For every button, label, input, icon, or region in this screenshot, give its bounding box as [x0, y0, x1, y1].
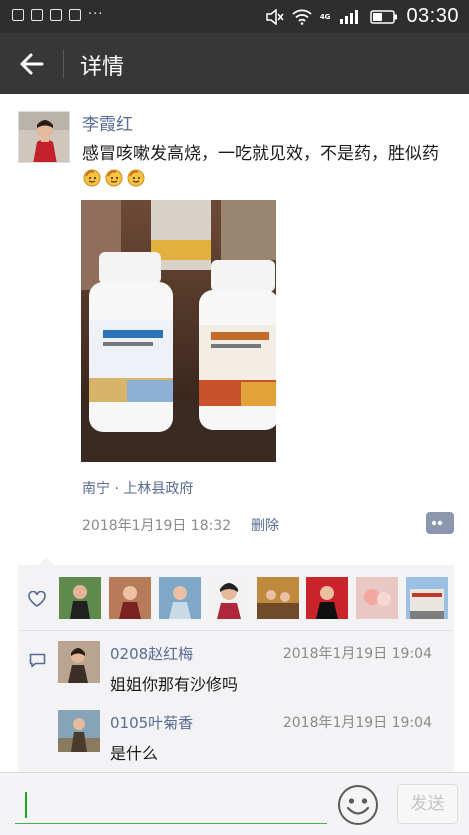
mute-icon: [266, 8, 284, 25]
app-icon: [50, 9, 62, 21]
back-button[interactable]: [14, 47, 50, 81]
navigation-bar: 详情: [0, 33, 469, 94]
text-caret: [25, 792, 27, 818]
likes-row: [18, 565, 454, 629]
comment-timestamp: 2018年1月19日 19:04: [282, 646, 432, 662]
comment-item[interactable]: 0105叶菊香 2018年1月19日 19:04 是什么: [58, 710, 448, 770]
more-dots-icon: ···: [88, 7, 104, 22]
like-avatar-image: [59, 577, 101, 619]
like-avatar[interactable]: [159, 577, 201, 619]
comment-input[interactable]: [15, 786, 327, 824]
comment-item[interactable]: 0208赵红梅 2018年1月19日 19:04 姐姐你那有沙修吗: [58, 641, 448, 701]
post-location[interactable]: 南宁 · 上林县政府: [82, 478, 193, 498]
like-avatar-image: [208, 577, 250, 619]
like-avatar[interactable]: [208, 577, 250, 619]
commenter-avatar[interactable]: [58, 710, 100, 752]
like-avatar[interactable]: [406, 577, 448, 619]
comment-button[interactable]: [426, 512, 454, 534]
like-avatar[interactable]: [306, 577, 348, 619]
like-avatar[interactable]: [109, 577, 151, 619]
network-type: 4G: [319, 12, 331, 21]
commenter-avatar-image: [58, 641, 100, 683]
like-avatar-image: [159, 577, 201, 619]
status-bar: ··· 4G 03:30: [0, 0, 469, 33]
strong-emoji-icon: [83, 169, 101, 187]
battery-icon: [370, 9, 398, 24]
tag-icon: [31, 9, 43, 21]
post-text-body: 感冒咳嗽发高烧，一吃就见效，不是药，胜似药: [82, 144, 439, 164]
comment-text: 姐姐你那有沙修吗: [110, 675, 239, 694]
send-button[interactable]: 发送: [397, 784, 458, 824]
post-timestamp: 2018年1月19日 18:32: [82, 518, 232, 534]
clock: 03:30: [406, 5, 459, 27]
signal-icon: [340, 9, 359, 24]
back-arrow-icon: [20, 53, 44, 75]
like-avatar-image: [109, 577, 151, 619]
comment-timestamp: 2018年1月19日 19:04: [282, 715, 432, 731]
supplement-bottles-image: [81, 200, 276, 462]
delete-button[interactable]: 删除: [251, 515, 279, 535]
like-avatar[interactable]: [356, 577, 398, 619]
photo-icon: [12, 9, 24, 21]
strong-emoji-icon: [105, 169, 123, 187]
like-avatar[interactable]: [257, 577, 299, 619]
like-avatar-image: [406, 577, 448, 619]
heart-icon: [28, 591, 46, 607]
author-avatar[interactable]: [18, 111, 70, 163]
comment-bubble-icon: [431, 520, 443, 526]
author-name[interactable]: 李霞红: [82, 110, 133, 135]
commenter-avatar-image: [58, 710, 100, 752]
wifi-icon: [292, 9, 312, 25]
panel-divider: [18, 630, 454, 631]
like-avatar[interactable]: [59, 577, 101, 619]
smiley-icon: [338, 785, 378, 825]
emoji-button[interactable]: [337, 784, 379, 826]
commenter-name[interactable]: 0105叶菊香: [110, 712, 193, 733]
interaction-panel: 0208赵红梅 2018年1月19日 19:04 姐姐你那有沙修吗 0105叶菊…: [18, 557, 454, 773]
like-avatar-image: [356, 577, 398, 619]
comment-list-icon: [29, 653, 46, 668]
commenter-avatar[interactable]: [58, 641, 100, 683]
page-title: 详情: [80, 55, 125, 80]
like-avatar-image: [257, 577, 299, 619]
system-icons: 4G 03:30: [266, 5, 459, 28]
emoji-group: [82, 169, 148, 189]
comment-input-bar: 发送: [0, 772, 469, 835]
nav-divider: [63, 50, 64, 78]
commenter-name[interactable]: 0208赵红梅: [110, 643, 193, 664]
like-avatar-image: [306, 577, 348, 619]
notification-icons: ···: [12, 7, 104, 22]
author-portrait-image: [19, 112, 69, 162]
gallery-icon: [69, 9, 81, 21]
post-text: 感冒咳嗽发高烧，一吃就见效，不是药，胜似药: [82, 142, 454, 192]
post-photo[interactable]: [81, 200, 276, 462]
comment-text: 是什么: [110, 744, 159, 763]
strong-emoji-icon: [127, 169, 145, 187]
